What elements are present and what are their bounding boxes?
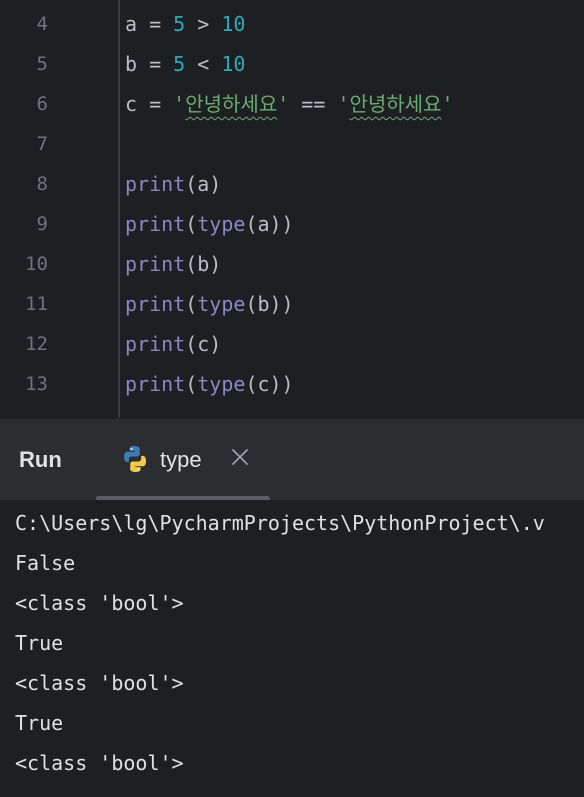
run-panel-title: Run — [19, 447, 62, 472]
console-line: C:\Users\lg\PycharmProjects\PythonProjec… — [15, 511, 545, 535]
code-text: b = 5 < 10 — [125, 44, 245, 84]
code-text: print(c) — [125, 324, 221, 364]
ide-window: 4a = 5 > 10 5 b = 5 < 10 6 c = '안녕하세요' == '안… — [0, 0, 584, 797]
code-text: a = 5 > 10 — [125, 4, 245, 44]
code-token: (c) — [185, 332, 222, 356]
code-token: (b)) — [245, 292, 294, 316]
code-token: c = — [125, 92, 174, 116]
code-text: print(a) — [125, 164, 221, 204]
code-token: ( — [185, 212, 198, 236]
code-token: 10 — [221, 52, 246, 76]
code-text: print(b) — [125, 244, 221, 284]
code-token: ' — [277, 92, 290, 116]
code-line[interactable]: 9 print(type(a)) — [0, 204, 584, 244]
code-token: type — [197, 212, 246, 236]
code-line[interactable]: 12 print(c) — [0, 324, 584, 364]
code-text: print(type(c)) — [125, 364, 294, 404]
line-number: 6 — [36, 93, 48, 115]
code-text: print(type(b)) — [125, 284, 294, 324]
console-output[interactable]: C:\Users\lg\PycharmProjects\PythonProjec… — [0, 500, 584, 797]
code-token: print — [125, 252, 186, 276]
code-token: (b) — [185, 252, 222, 276]
console-line: <class 'bool'> — [15, 751, 184, 775]
code-token: print — [125, 332, 186, 356]
code-text: c = '안녕하세요' == '안녕하세요' — [125, 84, 454, 124]
code-token: 안녕하세요 — [349, 92, 442, 116]
code-token: 안녕하세요 — [185, 92, 278, 116]
code-text: print(type(a)) — [125, 204, 294, 244]
code-token: print — [125, 212, 186, 236]
line-number: 4 — [36, 13, 48, 35]
code-line[interactable]: 13 print(type(c)) — [0, 364, 584, 404]
line-number: 7 — [36, 133, 48, 155]
code-token: (a) — [185, 172, 222, 196]
line-number: 12 — [25, 333, 48, 355]
code-token: (a)) — [245, 212, 294, 236]
code-line[interactable]: 6c = '안녕하세요' == '안녕하세요' — [0, 84, 584, 124]
line-number: 13 — [25, 373, 48, 395]
code-line[interactable]: 10 print(b) — [0, 244, 584, 284]
code-token: ( — [185, 372, 198, 396]
code-token: print — [125, 172, 186, 196]
tab-label: type — [160, 447, 202, 472]
python-icon — [124, 446, 146, 472]
code-token: > — [185, 12, 222, 36]
console-line: <class 'bool'> — [15, 591, 184, 615]
line-number: 10 — [25, 253, 48, 275]
code-token: print — [125, 372, 186, 396]
console-line: <class 'bool'> — [15, 671, 184, 695]
code-token: a = — [125, 12, 174, 36]
tab-type[interactable]: type — [120, 443, 260, 483]
close-icon[interactable] — [230, 447, 250, 467]
run-panel-header: Run type — [0, 419, 584, 501]
code-token: print — [125, 292, 186, 316]
code-token: 5 — [173, 52, 186, 76]
code-token: ' — [173, 92, 186, 116]
code-token: type — [197, 292, 246, 316]
code-line[interactable]: 5b = 5 < 10 — [0, 44, 584, 84]
code-token: (c)) — [245, 372, 294, 396]
code-line[interactable]: 4 a = 5 > 10 — [0, 4, 584, 44]
console-line: True — [15, 631, 64, 655]
code-token: ( — [185, 292, 198, 316]
code-token: ' — [337, 92, 350, 116]
code-editor[interactable]: 4a = 5 > 10 5 b = 5 < 10 6 c = '안녕하세요' == '안… — [0, 0, 584, 419]
code-line[interactable]: 7 — [0, 124, 584, 164]
line-number: 8 — [36, 173, 48, 195]
line-number: 9 — [36, 213, 48, 235]
line-number: 11 — [25, 293, 48, 315]
code-token: ' — [441, 92, 454, 116]
console-line: False — [15, 551, 76, 575]
code-token: == — [289, 92, 338, 116]
code-token: < — [185, 52, 222, 76]
code-token: type — [197, 372, 246, 396]
line-number: 5 — [36, 53, 48, 75]
code-token: 10 — [221, 12, 246, 36]
code-line[interactable]: 11 print(type(b)) — [0, 284, 584, 324]
code-token: 5 — [173, 12, 186, 36]
console-line: True — [15, 711, 64, 735]
code-line[interactable]: 8 print(a) — [0, 164, 584, 204]
code-token: b = — [125, 52, 174, 76]
